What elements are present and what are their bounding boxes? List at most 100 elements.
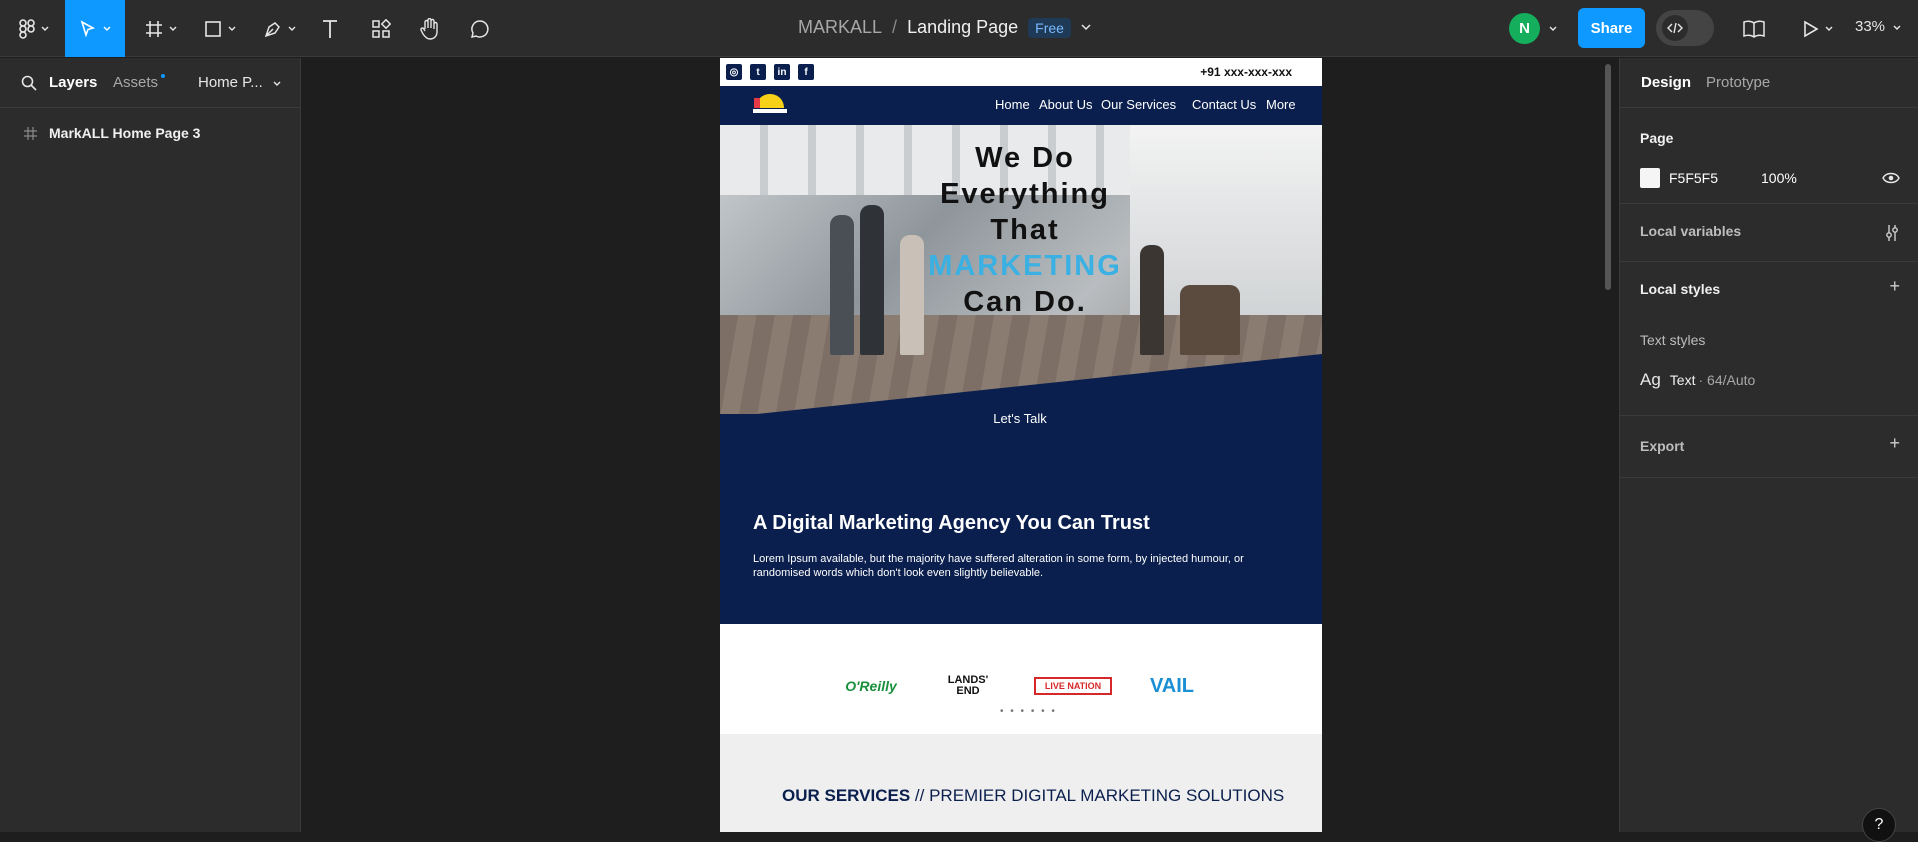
code-icon (1662, 15, 1688, 41)
text-styles-heading: Text styles (1640, 332, 1706, 348)
zoom-level: 33% (1855, 18, 1886, 35)
left-panel-tabs: Layers Assets Home P... (0, 58, 300, 108)
linkedin-icon[interactable]: in (774, 64, 790, 80)
hero-person (830, 215, 854, 355)
phone-number: +91 xxx-xxx-xxx (1200, 65, 1292, 79)
project-name[interactable]: MARKALL (798, 17, 882, 38)
page-heading: Page (1640, 130, 1674, 146)
hero-highlight: MARKETING (928, 250, 1122, 282)
components-icon[interactable] (369, 0, 393, 57)
file-title: MARKALL / Landing Page Free (798, 17, 1091, 38)
add-style-icon[interactable]: + (1889, 276, 1900, 297)
hand-icon[interactable] (418, 0, 442, 57)
text-style-spec: · 64/Auto (1698, 372, 1756, 388)
page-color-swatch[interactable] (1640, 168, 1660, 188)
title-separator: / (892, 17, 898, 37)
nav-about[interactable]: About Us (1039, 97, 1092, 112)
twitter-icon[interactable]: t (750, 64, 766, 80)
landing-page-frame[interactable]: ◎ t in f +91 xxx-xxx-xxx Home About Us O… (720, 58, 1322, 832)
hero-headline: We Do Everything That MARKETING Can Do. (920, 140, 1130, 320)
services-heading: OUR SERVICES // PREMIER DIGITAL MARKETIN… (782, 786, 1284, 806)
nav-contact[interactable]: Contact Us (1192, 97, 1256, 112)
site-nav: Home About Us Our Services Contact Us Mo… (720, 86, 1322, 125)
present-icon[interactable] (1798, 0, 1838, 57)
tab-design[interactable]: Design (1641, 74, 1691, 91)
plan-badge[interactable]: Free (1028, 17, 1071, 38)
hero-person (860, 205, 884, 355)
text-style-sample: Ag (1640, 370, 1661, 389)
local-styles-heading: Local styles (1640, 281, 1721, 297)
brand-livenation: LIVE NATION (1034, 677, 1112, 695)
right-panel-tabs: Design Prototype (1620, 58, 1918, 108)
services-section: OUR SERVICES // PREMIER DIGITAL MARKETIN… (720, 734, 1322, 832)
share-button[interactable]: Share (1578, 8, 1645, 48)
markall-logo[interactable] (750, 90, 790, 120)
export-section: Export + (1620, 416, 1918, 478)
tab-layers[interactable]: Layers (49, 74, 97, 91)
page-select-label: Home P... (198, 74, 263, 91)
eye-icon[interactable] (1882, 172, 1900, 184)
layers-panel: Layers Assets Home P... MarkALL Home Pag… (0, 58, 301, 832)
tab-prototype[interactable]: Prototype (1706, 74, 1770, 91)
page-section: Page F5F5F5 100% (1620, 108, 1918, 204)
brand-vail: VAIL (1149, 674, 1195, 697)
facebook-icon[interactable]: f (798, 64, 814, 80)
add-export-icon[interactable]: + (1889, 433, 1900, 454)
instagram-icon[interactable]: ◎ (726, 64, 742, 80)
design-panel: Design Prototype Page F5F5F5 100% Local … (1619, 58, 1918, 832)
chevron-down-icon[interactable] (1546, 0, 1560, 57)
dev-mode-toggle[interactable] (1656, 10, 1714, 46)
brand-landsend: LANDS' END (947, 674, 989, 697)
agency-text: Lorem Ipsum available, but the majority … (753, 553, 1244, 579)
layer-row[interactable]: MarkALL Home Page 3 (0, 118, 300, 148)
tab-assets[interactable]: Assets (113, 74, 158, 91)
local-styles-section: Local styles + Text styles Ag Text · 64/… (1620, 262, 1918, 416)
nav-more[interactable]: More (1266, 97, 1296, 112)
hero-line: That (990, 214, 1060, 246)
agency-heading: A Digital Marketing Agency You Can Trust (753, 512, 1150, 534)
chevron-down-icon (273, 81, 281, 86)
variables-settings-icon[interactable] (1885, 224, 1899, 242)
carousel-dots[interactable]: • • • • • • (1000, 706, 1057, 717)
library-icon[interactable] (1742, 0, 1766, 57)
brand-oreilly: O'Reilly (845, 678, 897, 694)
local-variables-heading[interactable]: Local variables (1640, 223, 1741, 239)
services-bold: OUR SERVICES (782, 786, 911, 805)
page-color-value[interactable]: F5F5F5 (1669, 170, 1718, 186)
nav-home[interactable]: Home (995, 97, 1030, 112)
zoom-menu[interactable]: 33% (1855, 18, 1901, 35)
text-icon[interactable] (318, 0, 342, 57)
assets-notification-dot (161, 74, 165, 78)
chevron-down-icon[interactable] (1081, 24, 1091, 31)
frame-icon[interactable] (140, 0, 182, 57)
hero-line: Can Do. (963, 286, 1087, 318)
hero-line: We Do (975, 142, 1075, 174)
services-subtitle: // PREMIER DIGITAL MARKETING SOLUTIONS (914, 786, 1285, 805)
chevron-down-icon (1893, 25, 1901, 30)
lets-talk-button[interactable]: Let's Talk (968, 405, 1072, 431)
shape-icon[interactable] (200, 0, 240, 57)
canvas-scrollbar[interactable] (1605, 64, 1611, 290)
nav-services[interactable]: Our Services (1101, 97, 1176, 112)
avatar[interactable]: N (1509, 13, 1540, 44)
move-icon[interactable] (65, 0, 125, 57)
text-style-name: Text (1669, 372, 1696, 388)
file-name[interactable]: Landing Page (907, 17, 1018, 38)
top-bar: ◎ t in f +91 xxx-xxx-xxx (720, 58, 1322, 86)
comment-icon[interactable] (468, 0, 492, 57)
pen-icon[interactable] (260, 0, 300, 57)
frame-icon (24, 126, 37, 140)
canvas[interactable]: ◎ t in f +91 xxx-xxx-xxx Home About Us O… (301, 58, 1619, 832)
hero-desk (1180, 285, 1240, 355)
hero-person (1140, 245, 1164, 355)
local-variables-section: Local variables (1620, 204, 1918, 262)
text-style-row[interactable]: Ag Text · 64/Auto (1640, 370, 1755, 390)
search-icon[interactable] (21, 75, 37, 91)
export-heading[interactable]: Export (1640, 438, 1684, 454)
hero-line: Everything (940, 178, 1110, 210)
page-opacity[interactable]: 100% (1761, 170, 1797, 186)
toolbar: MARKALL / Landing Page Free N Share 33% (0, 0, 1918, 57)
main-menu-icon[interactable] (14, 0, 54, 57)
page-select[interactable]: Home P... (198, 74, 281, 91)
help-button[interactable]: ? (1862, 808, 1896, 842)
